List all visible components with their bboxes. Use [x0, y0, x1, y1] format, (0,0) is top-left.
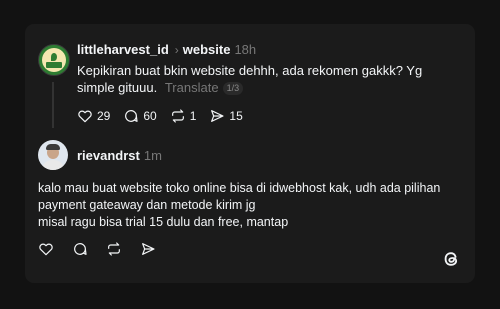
- reply-time: 1m: [143, 148, 162, 163]
- repost-icon: [171, 109, 184, 123]
- comment-icon: [125, 110, 138, 122]
- thread-card: littleharvest_id › website 18h Kepikiran bu…: [25, 24, 475, 283]
- reply-like-button[interactable]: [38, 241, 54, 257]
- post-header: littleharvest_id › website 18h: [77, 42, 256, 58]
- post-topic[interactable]: website: [183, 42, 231, 57]
- like-button[interactable]: 29: [77, 108, 110, 124]
- repost-count: 1: [189, 109, 197, 123]
- chevron-right-icon: ›: [174, 43, 179, 57]
- comment-button[interactable]: 60: [123, 108, 157, 124]
- comment-count: 60: [143, 109, 157, 123]
- post-text: Kepikiran buat bkin website dehhh, ada r…: [77, 63, 423, 95]
- post-time: 18h: [234, 42, 257, 57]
- reply-comment-button[interactable]: [72, 241, 88, 257]
- translate-button[interactable]: Translate: [165, 80, 219, 95]
- translate-page-badge: 1/3: [222, 82, 244, 95]
- thread-connector-line: [52, 82, 54, 128]
- threads-logo-icon[interactable]: [441, 249, 461, 269]
- share-button[interactable]: 15: [209, 108, 243, 124]
- avatar-rievandrst[interactable]: [38, 140, 68, 170]
- reply-header: rievandrst 1m: [77, 148, 162, 164]
- share-count: 15: [229, 109, 243, 123]
- like-count: 29: [97, 109, 111, 123]
- post-text-block: Kepikiran buat bkin website dehhh, ada r…: [77, 62, 462, 96]
- reply-text-line: payment gateaway dan metode kirim jg: [38, 198, 256, 212]
- repost-icon: [108, 242, 120, 256]
- heart-icon: [39, 243, 53, 256]
- heart-icon: [78, 110, 92, 123]
- send-icon: [211, 110, 225, 122]
- post-actions: 29 60 1 15: [77, 108, 256, 124]
- reply-share-button[interactable]: [140, 241, 156, 257]
- reply-username[interactable]: rievandrst: [77, 148, 140, 163]
- repost-button[interactable]: 1: [170, 108, 197, 124]
- comment-icon: [74, 243, 87, 255]
- reply-text-line: kalo mau buat website toko online bisa d…: [38, 181, 441, 195]
- send-icon: [142, 243, 155, 255]
- reply-text-block[interactable]: kalo mau buat website toko online bisa d…: [38, 180, 458, 231]
- reply-repost-button[interactable]: [106, 241, 122, 257]
- reply-actions: [38, 241, 174, 257]
- reply-text-line: misal ragu bisa trial 15 dulu dan free, …: [38, 215, 289, 229]
- avatar-littleharvest[interactable]: [38, 44, 70, 76]
- post-username[interactable]: littleharvest_id: [77, 42, 169, 57]
